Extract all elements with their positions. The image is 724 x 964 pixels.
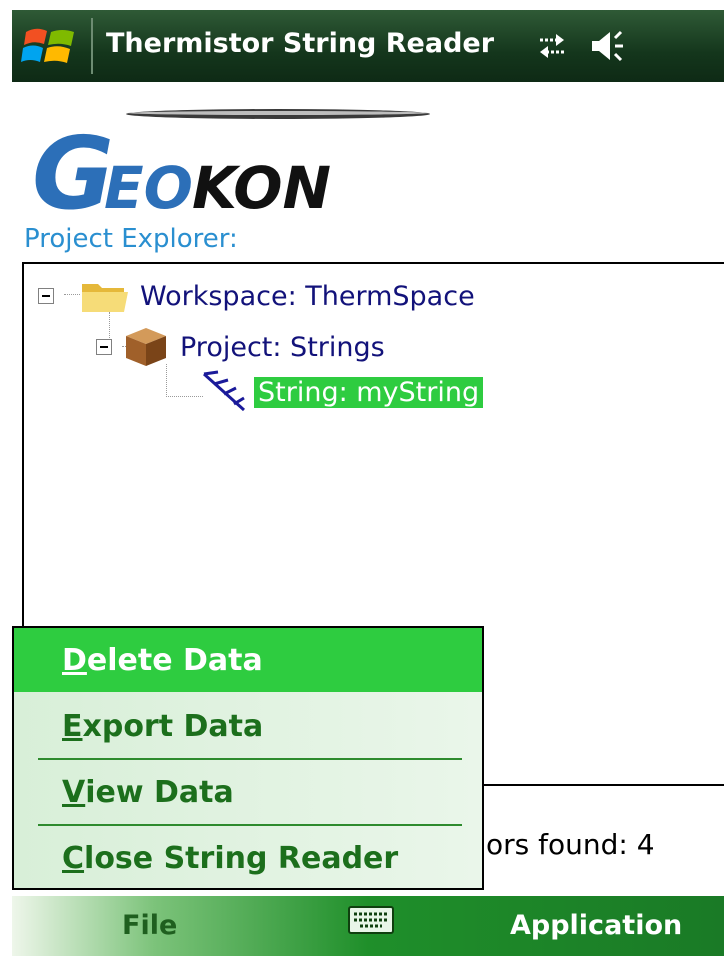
- tree-item-label: String: myString: [254, 376, 484, 408]
- tree-item-project[interactable]: Project: Strings: [96, 326, 385, 368]
- menu-item-mnemonic: E: [62, 708, 83, 744]
- tree-connector: [166, 364, 203, 397]
- geokon-logo: G EO KON: [32, 109, 430, 214]
- folder-icon: [82, 284, 128, 312]
- title-bar: Thermistor String Reader: [12, 10, 724, 82]
- menu-item-export-data[interactable]: Export Data: [14, 694, 482, 758]
- title-separator: [91, 18, 93, 74]
- menu-item-label: lose String Reader: [84, 840, 399, 876]
- window-title: Thermistor String Reader: [106, 28, 495, 59]
- softkey-bar: File Application: [12, 896, 724, 956]
- collapse-icon[interactable]: [38, 288, 54, 304]
- softkey-application[interactable]: Application: [510, 910, 682, 941]
- menu-item-mnemonic: C: [62, 840, 85, 876]
- menu-item-view-data[interactable]: View Data: [14, 760, 482, 824]
- context-menu: Delete Data Export Data View Data Close …: [12, 626, 484, 890]
- tree-item-string[interactable]: String: myString: [200, 368, 484, 416]
- menu-item-mnemonic: V: [62, 774, 86, 810]
- connectivity-icon[interactable]: [536, 30, 568, 62]
- volume-icon[interactable]: [590, 28, 626, 64]
- app-window: Thermistor String Reader G EO KON Projec…: [12, 10, 724, 956]
- menu-item-label: iew Data: [85, 774, 234, 810]
- project-explorer-label: Project Explorer:: [24, 224, 238, 254]
- svg-text:KON: KON: [192, 154, 331, 214]
- collapse-icon[interactable]: [96, 339, 112, 355]
- softkey-file[interactable]: File: [122, 910, 177, 941]
- menu-item-label: elete Data: [86, 642, 263, 678]
- tree-item-workspace[interactable]: Workspace: ThermSpace: [38, 276, 475, 316]
- menu-item-close-string-reader[interactable]: Close String Reader: [14, 826, 482, 890]
- menu-item-mnemonic: D: [62, 642, 87, 678]
- tree-item-label: Project: Strings: [180, 331, 385, 363]
- svg-text:G: G: [32, 115, 111, 214]
- string-icon: [202, 370, 246, 412]
- menu-item-delete-data[interactable]: Delete Data: [14, 628, 482, 692]
- sensors-found-status: ors found: 4: [486, 828, 655, 861]
- svg-text:EO: EO: [104, 154, 193, 214]
- menu-item-label: xport Data: [82, 708, 264, 744]
- windows-start-icon[interactable]: [20, 22, 80, 70]
- box-icon: [126, 328, 166, 366]
- keyboard-icon[interactable]: [348, 906, 394, 934]
- tree-item-label: Workspace: ThermSpace: [140, 280, 475, 312]
